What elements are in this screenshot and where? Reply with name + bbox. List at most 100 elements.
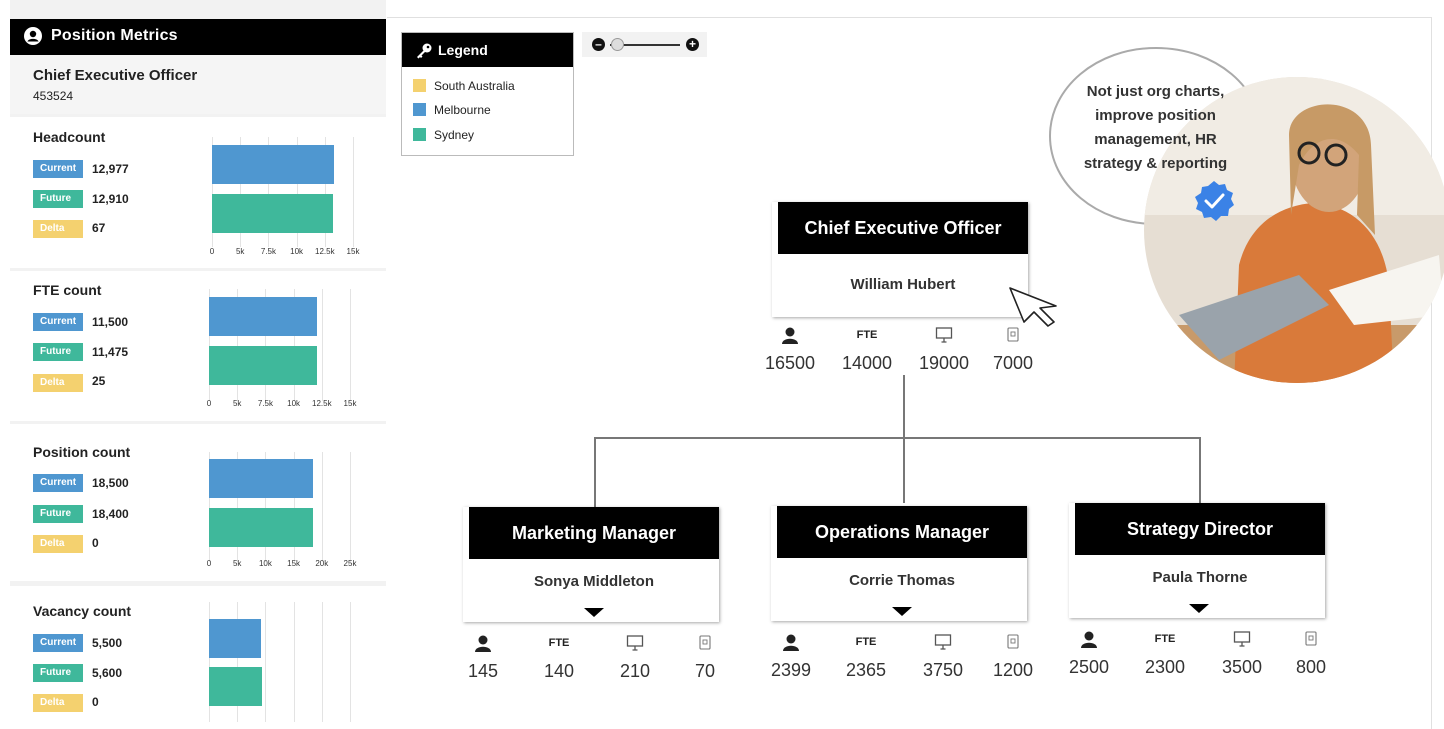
selected-position-title: Chief Executive Officer [33, 67, 198, 84]
fte-icon: FTE [548, 637, 570, 649]
chart-gridline [353, 137, 354, 247]
stat-value: 19000 [918, 353, 970, 373]
vacancies-icon [1007, 327, 1019, 347]
stat-value: 14000 [841, 353, 893, 373]
zoom-in-button[interactable]: + [686, 38, 699, 51]
future-value: 12,910 [92, 192, 129, 206]
legend-item-melbourne: Melbourne [413, 103, 491, 117]
future-tag: Future [33, 664, 83, 682]
delta-value: 0 [92, 536, 99, 550]
incumbent-name: Paula Thorne [1152, 569, 1248, 586]
chart-tick-label: 0 [206, 399, 212, 408]
current-bar[interactable] [212, 145, 334, 184]
zoom-slider-handle[interactable] [611, 38, 624, 51]
strategy-position-card[interactable]: Strategy Director Paula Thorne [1069, 503, 1325, 618]
headcount-icon [474, 635, 492, 657]
stat-value: 7000 [992, 353, 1034, 373]
positions-icon [935, 327, 953, 348]
chart-tick-label: 10k [287, 399, 301, 408]
marketing-position-card[interactable]: Marketing Manager Sonya Middleton [463, 507, 719, 622]
vacancies-icon [1305, 631, 1317, 651]
delta-tag: Delta [33, 374, 83, 392]
connector-line [594, 437, 596, 507]
stat-value: 70 [694, 661, 716, 681]
future-bar[interactable] [209, 346, 317, 385]
fte-icon: FTE [856, 329, 878, 341]
connector-line [1199, 437, 1201, 503]
legend-header: Legend [402, 33, 573, 67]
future-bar[interactable] [212, 194, 334, 233]
user-circle-icon [24, 27, 42, 45]
stat-value: 140 [543, 661, 575, 681]
chart-tick-label: 0 [206, 559, 212, 568]
verified-check-icon [1195, 181, 1234, 221]
chart-tick-label: 15k [343, 399, 357, 408]
current-tag: Current [33, 634, 83, 652]
panel-title: Position Metrics [51, 27, 178, 44]
selected-position-code: 453524 [33, 89, 74, 103]
stat-value: 3750 [922, 660, 964, 680]
expand-caret-icon[interactable] [1189, 604, 1209, 613]
ceo-position-card[interactable]: Chief Executive Officer William Hubert [772, 202, 1028, 317]
legend-swatch [413, 128, 426, 141]
chart-tick-label: 25k [343, 559, 357, 568]
metric-title: Position count [33, 444, 131, 460]
stat-value: 2365 [845, 660, 887, 680]
chart-gridline [321, 602, 323, 722]
future-bar[interactable] [209, 508, 313, 547]
operations-position-card[interactable]: Operations Manager Corrie Thomas [771, 506, 1027, 621]
selected-position-summary: Chief Executive Officer 453524 [10, 55, 386, 114]
future-value: 5,600 [92, 666, 123, 680]
chart-tick-label: 0 [209, 247, 215, 256]
position-title: Marketing Manager [469, 507, 719, 559]
position-title: Chief Executive Officer [778, 202, 1028, 254]
chart-gridline [350, 289, 351, 401]
expand-caret-icon[interactable] [892, 607, 912, 616]
current-value: 12,977 [92, 162, 129, 176]
legend-label: Melbourne [434, 103, 491, 117]
promo-text: Not just org charts, improve position ma… [1083, 83, 1228, 172]
current-tag: Current [33, 160, 83, 178]
future-bar[interactable] [209, 667, 262, 706]
stat-value: 1200 [992, 660, 1034, 680]
stat-value: 800 [1295, 657, 1327, 677]
chart-tick-label: 20k [315, 559, 329, 568]
headcount-metric: Headcount Current 12,977 Future 12,910 D… [10, 117, 386, 268]
mouse-pointer-icon [1009, 287, 1057, 327]
positions-icon [1233, 631, 1251, 652]
stat-value: 210 [619, 661, 651, 681]
chart-tick-label: 5k [232, 559, 242, 568]
chart-gridline [350, 602, 351, 722]
headcount-icon [781, 327, 799, 349]
metric-title: FTE count [33, 282, 102, 298]
vacancies-icon [1007, 634, 1019, 654]
stat-value: 16500 [764, 353, 816, 373]
metric-title: Headcount [33, 129, 106, 145]
vacancies-icon [699, 635, 711, 655]
current-value: 5,500 [92, 636, 123, 650]
zoom-out-button[interactable]: – [592, 38, 605, 51]
connector-line [594, 437, 1201, 439]
chart-tick-label: 12.5k [312, 399, 332, 408]
key-icon [417, 43, 432, 59]
position-count-metric: Position count Current 18,500 Future 18,… [10, 424, 386, 581]
stat-value: 2399 [770, 660, 812, 680]
current-bar[interactable] [209, 297, 318, 336]
future-value: 11,475 [92, 345, 129, 359]
current-bar[interactable] [209, 459, 314, 498]
metric-title: Vacancy count [33, 603, 132, 619]
legend-label: Sydney [434, 128, 475, 142]
zoom-control: – + [582, 32, 707, 57]
incumbent-name: Corrie Thomas [849, 572, 955, 589]
delta-tag: Delta [33, 220, 83, 238]
current-value: 11,500 [92, 315, 129, 329]
panel-header: Position Metrics [10, 19, 386, 55]
stat-value: 2300 [1144, 657, 1186, 677]
legend-swatch [413, 79, 426, 92]
delta-value: 0 [92, 695, 99, 709]
chart-tick-label: 12.5k [315, 247, 335, 256]
legend-item-sydney: Sydney [413, 128, 474, 142]
expand-caret-icon[interactable] [584, 608, 604, 617]
current-bar[interactable] [209, 619, 261, 658]
future-tag: Future [33, 505, 83, 523]
